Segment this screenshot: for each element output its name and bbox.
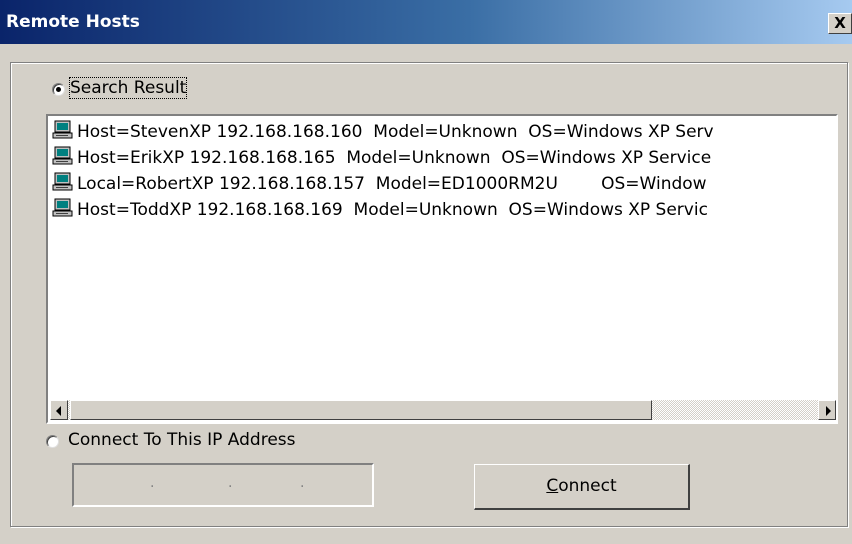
ip-separator: . [300,475,305,491]
ip-address-radio[interactable] [46,435,59,448]
list-item-text: Host=ToddXP 192.168.168.169 Model=Unknow… [77,200,708,220]
computer-icon [52,120,73,139]
computer-icon [52,172,73,191]
arrow-left-icon [56,406,61,416]
connect-mnemonic: C [546,476,559,496]
close-button[interactable]: X [828,13,852,34]
search-result-label[interactable]: Search Result [68,77,188,99]
scroll-left-button[interactable] [50,400,68,420]
ip-address-field[interactable]: . . . [72,463,374,507]
list-item[interactable]: Host=ToddXP 192.168.168.169 Model=Unknow… [52,198,708,222]
scrollbar-thumb[interactable] [70,400,652,420]
ip-separator: . [228,475,233,491]
connect-label: onnect [558,476,617,496]
list-item[interactable]: Host=StevenXP 192.168.168.160 Model=Unkn… [52,120,714,144]
list-item-text: Host=ErikXP 192.168.168.165 Model=Unknow… [77,148,712,168]
dialog-body: Search Result Host=StevenXP 192.168.168.… [0,44,852,544]
list-item-text: Local=RobertXP 192.168.168.157 Model=ED1… [77,174,707,194]
computer-icon [52,198,73,217]
window-title: Remote Hosts [6,12,140,32]
computer-icon [52,146,73,165]
connect-button[interactable]: Connect [474,464,690,510]
search-result-radio[interactable] [52,83,65,96]
list-item[interactable]: Local=RobertXP 192.168.168.157 Model=ED1… [52,172,707,196]
arrow-right-icon [826,406,831,416]
title-bar: Remote Hosts X [0,0,852,44]
horizontal-scrollbar[interactable] [50,400,836,420]
ip-address-label[interactable]: Connect To This IP Address [68,430,296,450]
close-icon: X [834,14,846,32]
scroll-right-button[interactable] [818,400,836,420]
list-item[interactable]: Host=ErikXP 192.168.168.165 Model=Unknow… [52,146,711,170]
host-listbox[interactable]: Host=StevenXP 192.168.168.160 Model=Unkn… [46,114,838,424]
ip-separator: . [150,475,155,491]
list-item-text: Host=StevenXP 192.168.168.160 Model=Unkn… [77,122,714,142]
radio-selected-dot [56,87,61,92]
